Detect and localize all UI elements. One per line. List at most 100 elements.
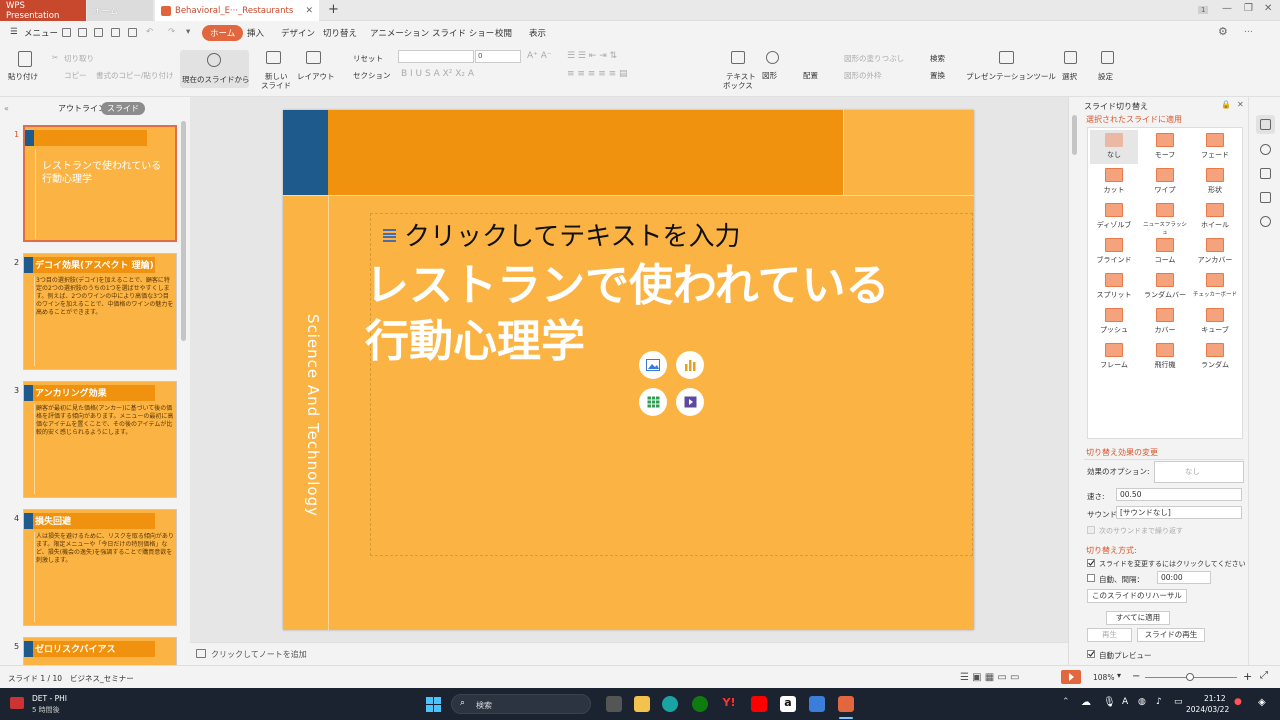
yahoo-icon[interactable]: Y! bbox=[721, 696, 737, 712]
grow-font-icon[interactable]: A⁺ A⁻ bbox=[527, 51, 552, 61]
pin-panel-icon[interactable]: 🔒 bbox=[1221, 100, 1231, 109]
settings-icon[interactable] bbox=[1101, 51, 1114, 64]
select-button[interactable]: 選択 bbox=[1062, 71, 1077, 82]
rehearse-button[interactable]: このスライドのリハーサル bbox=[1087, 589, 1187, 603]
shape-fill-button[interactable]: 図形の塗りつぶし bbox=[844, 53, 904, 64]
new-slide-icon[interactable] bbox=[266, 51, 281, 64]
slide-thumbnail-3[interactable]: アンカリング効果 顧客が最初に見た価格(アンカー)に基づいて後の価格を評価する傾… bbox=[23, 381, 177, 498]
transition-cover[interactable]: カバー bbox=[1141, 305, 1189, 339]
widgets-icon[interactable]: ◈ bbox=[1258, 697, 1266, 708]
select-icon[interactable] bbox=[1064, 51, 1077, 64]
paste-icon[interactable] bbox=[18, 51, 32, 67]
onedrive-icon[interactable]: ☁ bbox=[1081, 697, 1091, 708]
hamburger-menu-icon[interactable]: ☰ bbox=[10, 27, 18, 37]
print-icon[interactable] bbox=[111, 28, 120, 37]
transition-tool-icon[interactable] bbox=[1260, 119, 1271, 130]
transition-dissolve[interactable]: ディゾルブ bbox=[1090, 200, 1138, 234]
clock-date[interactable]: 2024/03/22 bbox=[1186, 705, 1229, 714]
on-click-checkbox[interactable] bbox=[1087, 559, 1095, 567]
copy-button[interactable]: コピー bbox=[64, 70, 87, 81]
undo-icon[interactable]: ↶ bbox=[146, 27, 153, 37]
settings-gear-icon[interactable]: ⚙ bbox=[1218, 25, 1228, 38]
animation-tool-icon[interactable] bbox=[1260, 144, 1271, 155]
slide-thumbnail-2[interactable]: デコイ効果(アスペクト 理論) 3つ目の選択肢(デコイ)を加えることで、顧客に特… bbox=[23, 253, 177, 370]
align-icons[interactable]: ≡ ≡ ≡ ≡ ≡ ▤ bbox=[567, 69, 628, 79]
search-button[interactable]: 検索 bbox=[930, 53, 945, 64]
menu-tab-animation[interactable]: アニメーション bbox=[370, 27, 429, 39]
tray-chevron-icon[interactable]: ⌃ bbox=[1062, 697, 1070, 707]
notification-badge[interactable]: 1 bbox=[1198, 6, 1209, 14]
transition-cube[interactable]: キューブ bbox=[1191, 305, 1239, 339]
play-button[interactable]: 再生 bbox=[1087, 628, 1132, 642]
layout-button[interactable]: レイアウト bbox=[297, 71, 335, 82]
more-options-icon[interactable]: ⋯ bbox=[1244, 27, 1253, 37]
transition-cut[interactable]: カット bbox=[1090, 165, 1138, 199]
zoom-in-icon[interactable]: + bbox=[1243, 670, 1252, 683]
notes-placeholder[interactable]: クリックしてノートを追加 bbox=[211, 649, 307, 660]
reset-button[interactable]: リセット bbox=[353, 53, 383, 64]
home-tab[interactable]: ホーム bbox=[87, 0, 153, 21]
transition-random-bars[interactable]: ランダムバー bbox=[1141, 270, 1189, 304]
menu-tab-insert[interactable]: 挿入 bbox=[247, 27, 264, 39]
new-slide-label-2[interactable]: スライド bbox=[261, 80, 291, 91]
minimize-icon[interactable]: — bbox=[1222, 3, 1232, 14]
save-icon[interactable] bbox=[78, 28, 87, 37]
menu-button[interactable]: メニュー bbox=[24, 27, 58, 39]
collapse-panel-icon[interactable]: « bbox=[4, 104, 9, 113]
customize-dropdown-icon[interactable]: ▾ bbox=[186, 27, 190, 37]
auto-preview-checkbox[interactable] bbox=[1087, 650, 1095, 658]
task-view-icon[interactable] bbox=[606, 696, 622, 712]
transition-checkerboard[interactable]: チェッカーボード bbox=[1191, 270, 1239, 304]
apply-all-button[interactable]: すべてに適用 bbox=[1106, 611, 1170, 625]
placeholder-text[interactable]: クリックしてテキストを入力 bbox=[404, 216, 740, 253]
insert-table-icon[interactable] bbox=[639, 388, 667, 416]
history-tool-icon[interactable] bbox=[1260, 216, 1271, 227]
menu-tab-design[interactable]: デザイン bbox=[281, 27, 315, 39]
transition-morph[interactable]: モーフ bbox=[1141, 130, 1189, 164]
xbox-icon[interactable] bbox=[692, 696, 708, 712]
menu-tab-view[interactable]: 表示 bbox=[529, 27, 546, 39]
slide-thumbnail-1[interactable]: レストランで使われている 行動心理学 bbox=[23, 125, 177, 242]
properties-tool-icon[interactable] bbox=[1260, 192, 1271, 203]
transition-airplane[interactable]: 飛行機 bbox=[1141, 340, 1189, 374]
menu-tab-home[interactable]: ホーム bbox=[202, 25, 244, 41]
taskbar-search[interactable]: ⌕ 検索 bbox=[451, 694, 591, 714]
zoom-slider-thumb[interactable] bbox=[1186, 673, 1194, 681]
list-icons[interactable]: ☰ ☰ ⇤ ⇥ ⇅ bbox=[567, 51, 617, 61]
new-tab-icon[interactable]: + bbox=[328, 2, 339, 17]
open-folder-icon[interactable] bbox=[62, 28, 71, 37]
transition-comb[interactable]: コーム bbox=[1141, 235, 1189, 269]
slideshow-button[interactable]: スライドの再生 bbox=[1137, 628, 1205, 642]
notes-pane[interactable]: クリックしてノートを追加 bbox=[190, 642, 1068, 665]
textbox-label-2[interactable]: ボックス bbox=[723, 80, 753, 91]
presentation-tools-icon[interactable] bbox=[999, 51, 1014, 64]
font-style-icons[interactable]: B I U S A X² X₂ A bbox=[401, 69, 474, 79]
youtube-icon[interactable] bbox=[751, 696, 767, 712]
sound-dropdown[interactable]: [サウンドなし] bbox=[1116, 506, 1242, 519]
font-size-input[interactable]: 0 bbox=[475, 50, 521, 63]
settings-button[interactable]: 設定 bbox=[1098, 71, 1113, 82]
shape-button[interactable]: 図形 bbox=[762, 70, 777, 81]
close-tab-icon[interactable]: ✕ bbox=[305, 6, 313, 16]
shape-icon[interactable] bbox=[766, 51, 779, 64]
textbox-icon[interactable] bbox=[731, 51, 745, 64]
transition-blinds[interactable]: ブラインド bbox=[1090, 235, 1138, 269]
clock-time[interactable]: 21:12 bbox=[1204, 694, 1226, 703]
transition-split[interactable]: スプリット bbox=[1090, 270, 1138, 304]
replace-button[interactable]: 置換 bbox=[930, 70, 945, 81]
loop-sound-checkbox[interactable] bbox=[1087, 526, 1095, 534]
windows-start-icon[interactable] bbox=[426, 697, 441, 712]
amazon-icon[interactable]: a bbox=[780, 696, 796, 712]
wps-app-tab[interactable]: WPS Presentation bbox=[0, 0, 86, 21]
wps-taskbar-icon[interactable] bbox=[838, 696, 854, 712]
close-panel-icon[interactable]: ✕ bbox=[1237, 100, 1244, 109]
notification-bell-icon[interactable]: ● bbox=[1234, 697, 1242, 707]
transition-wipe[interactable]: ワイプ bbox=[1141, 165, 1189, 199]
layout-icon[interactable] bbox=[306, 51, 321, 64]
slide-thumbnail-5[interactable]: ゼロリスクバイアス bbox=[23, 637, 177, 665]
menu-tab-slideshow[interactable]: スライド ショー bbox=[432, 27, 494, 39]
slide-thumbnail-4[interactable]: 損失回避 人は損失を避けるために、リスクを取る傾向があります。限定メニューや「今… bbox=[23, 509, 177, 626]
transition-frame[interactable]: フレーム bbox=[1090, 340, 1138, 374]
menu-tab-review[interactable]: 校閲 bbox=[495, 27, 512, 39]
zoom-level[interactable]: 108% bbox=[1093, 673, 1114, 682]
